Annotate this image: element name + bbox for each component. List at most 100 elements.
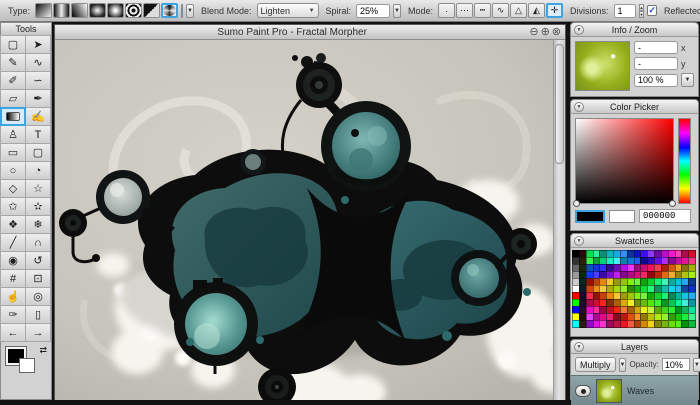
collapse-panel-icon[interactable]: ▼ bbox=[574, 236, 584, 246]
spiral-label: Spiral: bbox=[325, 5, 352, 16]
mode-cross-button[interactable]: ✛ bbox=[546, 3, 563, 18]
canvas-vertical-scrollbar[interactable] bbox=[553, 40, 565, 400]
symmetry-tool[interactable]: ❄ bbox=[25, 215, 51, 234]
close-window-icon[interactable]: ⊗ bbox=[552, 26, 561, 38]
rounded-rectangle-shape-tool[interactable]: ▢ bbox=[25, 143, 51, 162]
canvas-size-tool[interactable]: ⊡ bbox=[25, 269, 51, 288]
brush-tool[interactable]: ✐ bbox=[0, 71, 26, 90]
color-picker-header[interactable]: ▼ Color Picker bbox=[571, 100, 698, 114]
curve-tool[interactable]: ∩ bbox=[25, 233, 51, 252]
picker-handle-left[interactable] bbox=[573, 200, 580, 207]
spiral-dropdown-arrow-icon[interactable]: ▼ bbox=[393, 3, 401, 18]
saturation-brightness-square[interactable] bbox=[573, 118, 676, 207]
star-outline-shape-tool[interactable]: ✫ bbox=[25, 197, 51, 216]
background-color-chip[interactable] bbox=[19, 358, 35, 373]
minimize-window-icon[interactable]: ⊖ bbox=[529, 26, 538, 38]
clone-stamp-tool[interactable]: ♙ bbox=[0, 125, 26, 144]
finger-tool[interactable]: ✍ bbox=[25, 107, 51, 126]
opacity-field[interactable] bbox=[661, 358, 690, 371]
ink-brush-tool[interactable]: ✒ bbox=[25, 89, 51, 108]
layer-blend-mode-select[interactable]: Multiply bbox=[575, 357, 616, 372]
step-up-icon[interactable]: ▲ bbox=[638, 3, 645, 11]
picker-foreground-swatch[interactable] bbox=[575, 209, 605, 223]
blend-mode-dropdown-arrow-icon[interactable]: ▼ bbox=[618, 357, 627, 372]
gradient-type-linear[interactable] bbox=[35, 3, 53, 18]
maximize-window-icon[interactable]: ⊕ bbox=[541, 26, 550, 38]
mode-zigzag-button[interactable]: ∿ bbox=[492, 3, 509, 18]
eyedropper-tool[interactable]: ✑ bbox=[0, 305, 26, 324]
divisions-input[interactable] bbox=[613, 3, 636, 18]
swatch-cell[interactable] bbox=[688, 320, 696, 328]
document-titlebar[interactable]: Sumo Paint Pro - Fractal Morpher ⊖ ⊕ ⊗ bbox=[55, 25, 565, 40]
swap-colors-icon[interactable]: ⇄ bbox=[39, 345, 47, 356]
reflected-checkbox[interactable]: ✓ bbox=[647, 5, 658, 16]
rectangle-shape-tool[interactable]: ▭ bbox=[0, 143, 26, 162]
eraser-tool[interactable]: ▱ bbox=[0, 89, 26, 108]
scrollbar-thumb[interactable] bbox=[555, 44, 564, 164]
mode-triangle-outline-button[interactable]: △ bbox=[510, 3, 527, 18]
zoom-level-field[interactable] bbox=[634, 73, 678, 87]
text-tool[interactable]: T bbox=[25, 125, 51, 144]
info-zoom-header[interactable]: ▼ Info / Zoom bbox=[571, 23, 698, 37]
star-rounded-shape-tool[interactable]: ✩ bbox=[0, 197, 26, 216]
mode-triangle-solid-button[interactable]: ◭ bbox=[528, 3, 545, 18]
pen-tool[interactable]: ✎ bbox=[0, 53, 26, 72]
blur-tool[interactable]: ◉ bbox=[0, 251, 26, 270]
layers-header[interactable]: ▼ Layers bbox=[571, 340, 698, 354]
redo-tool[interactable]: → bbox=[25, 323, 51, 342]
zoom-thumbnail[interactable] bbox=[575, 41, 630, 91]
undo-tool[interactable]: ← bbox=[0, 323, 26, 342]
twirl-tool[interactable]: ↺ bbox=[25, 251, 51, 270]
mode-dash-dot-button[interactable]: ⋯ bbox=[456, 3, 473, 18]
collapse-panel-icon[interactable]: ▼ bbox=[574, 102, 584, 112]
divisions-stepper[interactable]: ▲ ▼ bbox=[638, 3, 645, 18]
zoom-tool[interactable]: ◎ bbox=[25, 287, 51, 306]
line-tool[interactable]: ╱ bbox=[0, 233, 26, 252]
gradient-type-circle[interactable] bbox=[125, 3, 143, 18]
gradient-type-reflected[interactable] bbox=[53, 3, 71, 18]
picker-background-swatch[interactable] bbox=[609, 209, 635, 223]
hex-color-field[interactable] bbox=[639, 209, 691, 223]
y-coordinate-field[interactable] bbox=[634, 57, 678, 70]
ellipse-shape-tool[interactable]: ○ bbox=[0, 161, 26, 180]
move-tool[interactable]: ➤ bbox=[25, 35, 51, 54]
gradient-tool[interactable] bbox=[0, 107, 26, 126]
mode-dash-line-button[interactable]: ┅ bbox=[474, 3, 491, 18]
zoom-dropdown-arrow-icon[interactable]: ▼ bbox=[681, 73, 694, 87]
step-down-icon[interactable]: ▼ bbox=[638, 10, 645, 18]
lasso-tool[interactable]: ∿ bbox=[25, 53, 51, 72]
gradient-preview-dropdown-arrow-icon[interactable]: ▼ bbox=[186, 3, 194, 18]
crop-tool[interactable]: # bbox=[0, 269, 26, 288]
picker-handle-right[interactable] bbox=[669, 200, 676, 207]
layer-row[interactable]: Waves bbox=[571, 375, 698, 405]
spiral-input[interactable] bbox=[356, 3, 391, 18]
mode-label: Mode: bbox=[407, 5, 433, 16]
smudge-curve-tool[interactable]: ∽ bbox=[25, 71, 51, 90]
radial-gradient-icon bbox=[108, 4, 124, 17]
gradient-type-cone[interactable] bbox=[143, 3, 161, 18]
gradient-preview[interactable] bbox=[181, 3, 184, 18]
gradient-type-diagonal[interactable] bbox=[71, 3, 89, 18]
paint-bucket-tool[interactable]: ▯ bbox=[25, 305, 51, 324]
x-coordinate-field[interactable] bbox=[634, 41, 678, 54]
swatches-header[interactable]: ▼ Swatches bbox=[571, 234, 698, 248]
rectangular-select-tool[interactable]: ▢ bbox=[0, 35, 26, 54]
layer-visibility-eye-icon[interactable] bbox=[575, 384, 591, 397]
gradient-type-spiral[interactable] bbox=[161, 3, 179, 18]
gradient-type-square[interactable] bbox=[89, 3, 107, 18]
blend-mode-select[interactable]: Lighten ▼ bbox=[256, 3, 319, 18]
hand-tool[interactable]: ☝ bbox=[0, 287, 26, 306]
star-rounded-shape-icon: ✩ bbox=[8, 201, 18, 213]
star-shape-tool[interactable]: ☆ bbox=[25, 179, 51, 198]
custom-shape-tool[interactable]: ❖ bbox=[0, 215, 26, 234]
collapse-panel-icon[interactable]: ▼ bbox=[574, 25, 584, 35]
gradient-type-radial[interactable] bbox=[107, 3, 125, 18]
opacity-dropdown-arrow-icon[interactable]: ▼ bbox=[692, 357, 700, 372]
hue-slider[interactable] bbox=[678, 118, 691, 204]
pie-shape-tool[interactable]: ◔ bbox=[25, 161, 51, 180]
mode-points-button[interactable]: · bbox=[438, 3, 455, 18]
polygon-shape-tool[interactable]: ◇ bbox=[0, 179, 26, 198]
collapse-panel-icon[interactable]: ▼ bbox=[574, 342, 584, 352]
fractal-artwork[interactable] bbox=[55, 40, 554, 400]
chevron-down-icon: ▼ bbox=[308, 7, 315, 14]
